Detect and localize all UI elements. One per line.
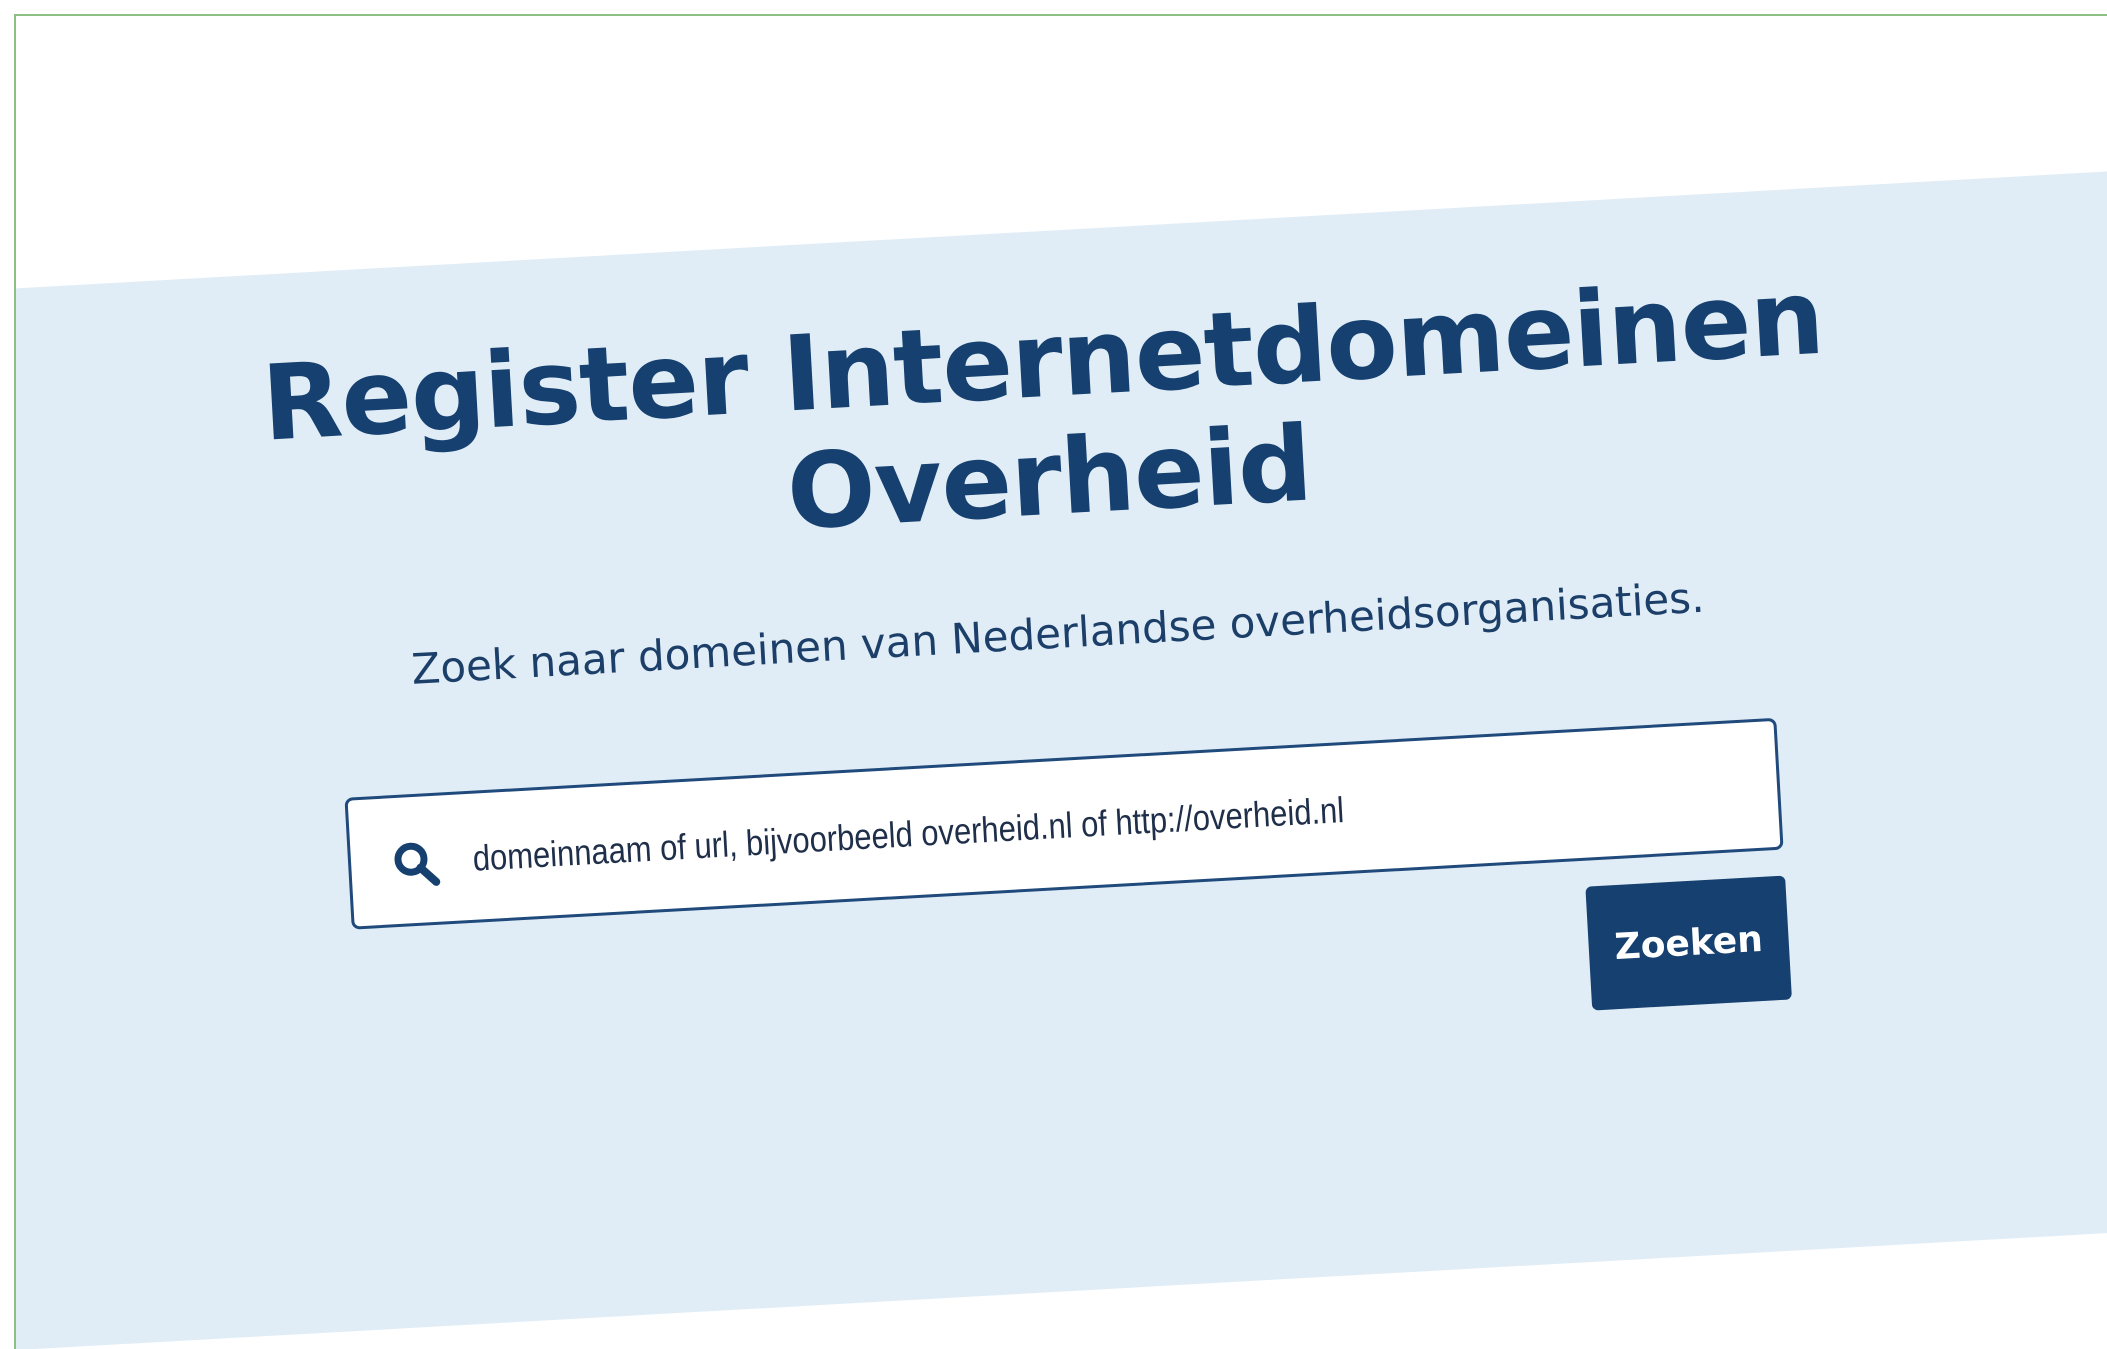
search-button[interactable]: Zoeken [1585,875,1792,1011]
search-form: Zoeken [16,16,2068,1011]
screenshot-frame: Register Internetdomeinen Overheid Zoek … [14,14,2107,1349]
search-icon [390,838,443,891]
page-stage: Register Internetdomeinen Overheid Zoek … [16,16,2107,1349]
